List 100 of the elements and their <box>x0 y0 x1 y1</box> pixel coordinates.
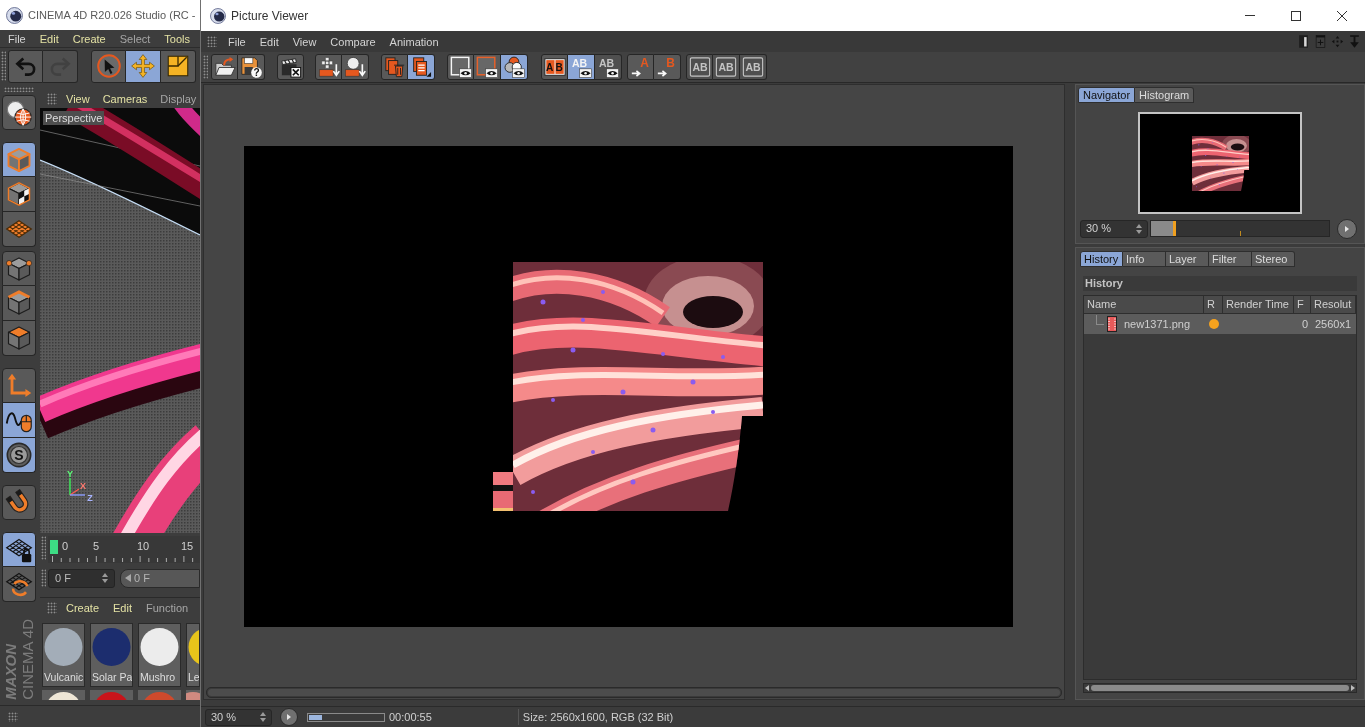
menu-item[interactable]: File <box>228 34 246 49</box>
play-button[interactable] <box>280 708 298 726</box>
horizontal-scrollbar[interactable] <box>1083 683 1357 693</box>
render-time: 00:00:55 <box>389 709 432 725</box>
grip-handle[interactable] <box>41 569 46 587</box>
clapper-x-icon <box>279 56 302 78</box>
grip-handle[interactable] <box>203 55 208 79</box>
arrow-down-icon <box>1347 34 1362 49</box>
material-tile[interactable]: Vulcanic <box>42 623 85 687</box>
panel-tab[interactable]: Layer <box>1166 251 1209 267</box>
grip-handle[interactable] <box>41 536 46 560</box>
layout-button[interactable] <box>1296 33 1311 50</box>
grip-handle[interactable] <box>47 601 57 614</box>
grip-handle[interactable] <box>4 87 34 92</box>
tool-button[interactable] <box>2 567 36 602</box>
tool-button[interactable] <box>2 403 36 438</box>
grip-handle[interactable] <box>47 93 57 105</box>
brand-logo-text: MAXON <box>2 644 19 700</box>
timeline-ruler[interactable]: 0 5 10 15 <box>48 536 200 563</box>
section-title: History <box>1083 276 1357 291</box>
spinner-arrows-icon <box>102 573 108 583</box>
panel-tab[interactable]: Info <box>1123 251 1166 267</box>
menu-item[interactable]: Animation <box>389 34 439 49</box>
tool-button[interactable] <box>2 251 36 286</box>
play-icon <box>287 714 291 720</box>
tubes-thumbnail-drawing <box>1192 136 1249 191</box>
material-tile[interactable]: Le <box>186 623 200 687</box>
spinner-arrows-icon <box>260 712 266 722</box>
frame-cell-text: 0 <box>1300 316 1309 332</box>
frame-slider-field[interactable]: 0 F <box>120 568 200 588</box>
horizontal-scrollbar[interactable] <box>206 687 1062 698</box>
menu-item[interactable]: Tools <box>164 31 190 46</box>
grip-handle[interactable] <box>207 36 217 47</box>
sphere-globe-icon <box>5 98 33 127</box>
menu-item[interactable]: Display <box>160 92 197 106</box>
menu-item[interactable]: Create <box>66 600 100 615</box>
track-tick-mark <box>1240 231 1241 236</box>
square-corner-icon <box>165 53 191 79</box>
app-logo-icon <box>6 6 23 24</box>
checker-cube-icon <box>5 180 33 208</box>
tool-button[interactable] <box>342 54 369 80</box>
tool-button[interactable] <box>2 532 36 567</box>
frame-number: 0 <box>62 540 69 553</box>
play-button[interactable] <box>1337 218 1357 239</box>
select-cursor-icon <box>95 53 122 79</box>
grip-handle[interactable] <box>8 711 18 722</box>
tool-button[interactable] <box>501 54 528 80</box>
zoom-field[interactable]: 30 % <box>205 708 272 726</box>
menu-item[interactable]: Edit <box>259 34 279 49</box>
frame-field[interactable]: 0 F <box>48 568 115 588</box>
zoom-field[interactable]: 30 % <box>1080 219 1148 238</box>
history-row[interactable]: new1371.png 0 2560x1 <box>1084 314 1356 334</box>
menu-item[interactable]: View <box>292 34 317 49</box>
menu-item[interactable]: Function <box>146 600 189 615</box>
zoom-slider[interactable] <box>1150 220 1330 237</box>
menu-item[interactable]: Select <box>119 31 151 46</box>
tool-button[interactable] <box>126 49 161 83</box>
panel-tab[interactable]: History <box>1080 251 1123 267</box>
tool-button[interactable] <box>315 54 342 80</box>
menu-item[interactable]: Compare <box>330 34 376 49</box>
grip-handle[interactable] <box>1 51 6 81</box>
tool-button[interactable] <box>2 142 36 177</box>
tool-button[interactable] <box>408 54 435 80</box>
material-tile[interactable]: Solar Pa <box>90 623 133 687</box>
frame-number: 10 <box>137 540 150 553</box>
tool-button[interactable] <box>2 177 36 212</box>
tool-button[interactable] <box>447 54 474 80</box>
material-thumbnail[interactable] <box>138 690 181 700</box>
material-thumbnail[interactable] <box>90 690 133 700</box>
panel-tab[interactable]: Navigator <box>1078 87 1136 103</box>
cube-points-icon <box>5 254 33 283</box>
slider-handle[interactable] <box>1173 221 1177 236</box>
material-tile[interactable]: Mushro <box>138 623 181 687</box>
tool-button[interactable]: AB <box>541 54 568 80</box>
render-tile-drawing <box>493 471 513 511</box>
tool-button[interactable] <box>211 54 238 80</box>
framed-eye-icon <box>476 56 498 78</box>
grid-cycle-icon <box>5 570 33 598</box>
tool-button[interactable] <box>474 54 501 80</box>
frame-number: 15 <box>181 540 194 553</box>
tool-button[interactable] <box>2 95 36 130</box>
tool-button[interactable] <box>2 485 36 520</box>
scroll-right-icon <box>1351 685 1355 691</box>
tool-button[interactable] <box>2 321 36 356</box>
menu-item[interactable]: Edit <box>39 31 59 46</box>
menu-item[interactable]: Edit <box>113 600 132 615</box>
panel-tab[interactable]: Stereo <box>1252 251 1295 267</box>
panel-tab[interactable]: Histogram <box>1135 87 1195 103</box>
tool-button[interactable] <box>2 286 36 321</box>
menu-item[interactable]: Cameras <box>102 92 148 106</box>
play-icon <box>1345 225 1349 232</box>
product-logo-text: CINEMA 4D <box>19 619 36 700</box>
menu-item[interactable]: File <box>8 31 26 46</box>
menu-item[interactable]: View <box>66 92 90 106</box>
navigator-preview[interactable] <box>1138 112 1302 214</box>
panel-tab[interactable]: Filter <box>1209 251 1252 267</box>
tool-button[interactable] <box>161 49 196 83</box>
material-thumbnail[interactable] <box>42 690 85 700</box>
menu-item[interactable]: Create <box>72 31 106 46</box>
tool-button[interactable] <box>277 54 304 80</box>
